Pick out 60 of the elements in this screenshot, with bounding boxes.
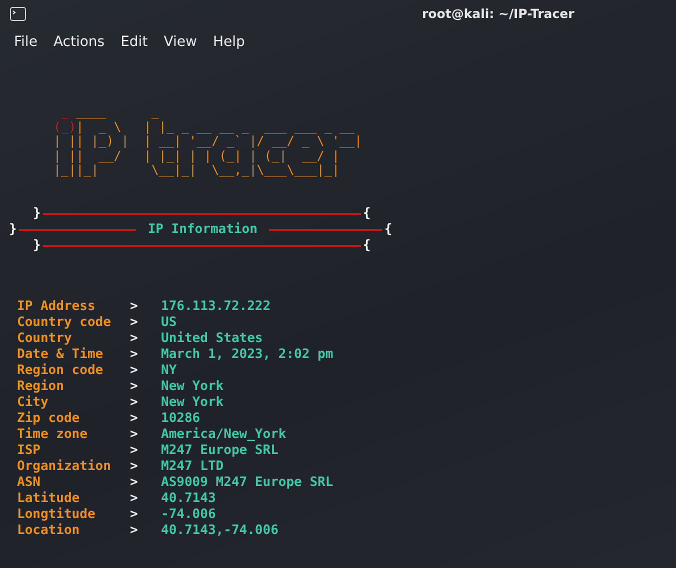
window-title: root@kali: ~/IP-Tracer: [422, 6, 574, 21]
separator: >: [130, 346, 139, 362]
field-value: 40.7143: [161, 490, 217, 506]
separator: >: [130, 426, 139, 442]
field-label: IP Address: [17, 298, 96, 314]
field-value: NY: [161, 362, 178, 378]
field-value: US: [161, 314, 178, 330]
separator: >: [130, 490, 139, 506]
field-value: New York: [161, 378, 225, 394]
menu-item[interactable]: File: [6, 31, 46, 59]
brace: {: [362, 206, 371, 221]
menu-item[interactable]: Edit: [112, 31, 156, 59]
field-label: ISP: [17, 442, 42, 458]
menu-item[interactable]: View: [156, 31, 205, 59]
separator: >: [130, 474, 139, 490]
ascii-art-logo: _ ____ _ (_)| _ \ | |_ _ __ __ _ ___ ___ _ __ | || |_) | | __| '__/ _` |/ __/ _ \ '__| | || __/ | |_| | | (_| | (_| __/ | |_||_| \__|_| \__,_|\___\___|_|: [52, 105, 362, 178]
brace: }: [33, 238, 41, 253]
brace: {: [362, 238, 371, 253]
separator: >: [130, 522, 139, 538]
brace: {: [384, 222, 392, 237]
field-value: M247 Europe SRL: [161, 442, 280, 458]
separator: >: [130, 394, 139, 410]
field-label: Latitude: [17, 490, 81, 506]
field-value: March 1, 2023, 2:02 pm: [161, 346, 334, 362]
brace: }: [33, 206, 41, 221]
field-value: 10286: [161, 410, 202, 426]
separator: >: [130, 378, 139, 394]
section-heading: IP Information: [146, 222, 258, 237]
field-value: -74.006: [161, 506, 217, 522]
separator: >: [130, 458, 139, 474]
terminal-icon: [10, 7, 26, 21]
field-label: Region: [17, 378, 65, 394]
field-label: Region code: [17, 362, 104, 378]
field-value: 40.7143,-74.006: [161, 522, 280, 538]
field-label: Organization: [17, 458, 112, 474]
field-label: Longtitude: [17, 506, 96, 522]
separator: >: [130, 410, 139, 426]
field-label: Date & Time: [17, 346, 104, 362]
field-label: City: [17, 394, 50, 410]
menu-item[interactable]: Help: [204, 31, 253, 59]
field-value: America/New_York: [161, 426, 288, 442]
field-label: Zip code: [17, 410, 81, 426]
separator: >: [130, 442, 139, 458]
separator: >: [130, 362, 139, 378]
field-value: New York: [161, 394, 225, 410]
field-label: Country: [17, 330, 72, 346]
field-value: AS9009 M247 Europe SRL: [161, 474, 334, 490]
separator: >: [130, 506, 139, 522]
separator: >: [130, 330, 139, 346]
field-label: Location: [17, 522, 81, 538]
brace: }: [9, 222, 17, 237]
menu-item[interactable]: Actions: [45, 31, 113, 59]
separator: >: [130, 298, 139, 314]
separator: >: [130, 314, 139, 330]
field-value: United States: [161, 330, 264, 346]
field-label: Time zone: [17, 426, 88, 442]
field-value: M247 LTD: [161, 458, 225, 474]
field-label: ASN: [17, 474, 42, 490]
field-value: 176.113.72.222: [161, 298, 272, 314]
field-label: Country code: [17, 314, 112, 330]
